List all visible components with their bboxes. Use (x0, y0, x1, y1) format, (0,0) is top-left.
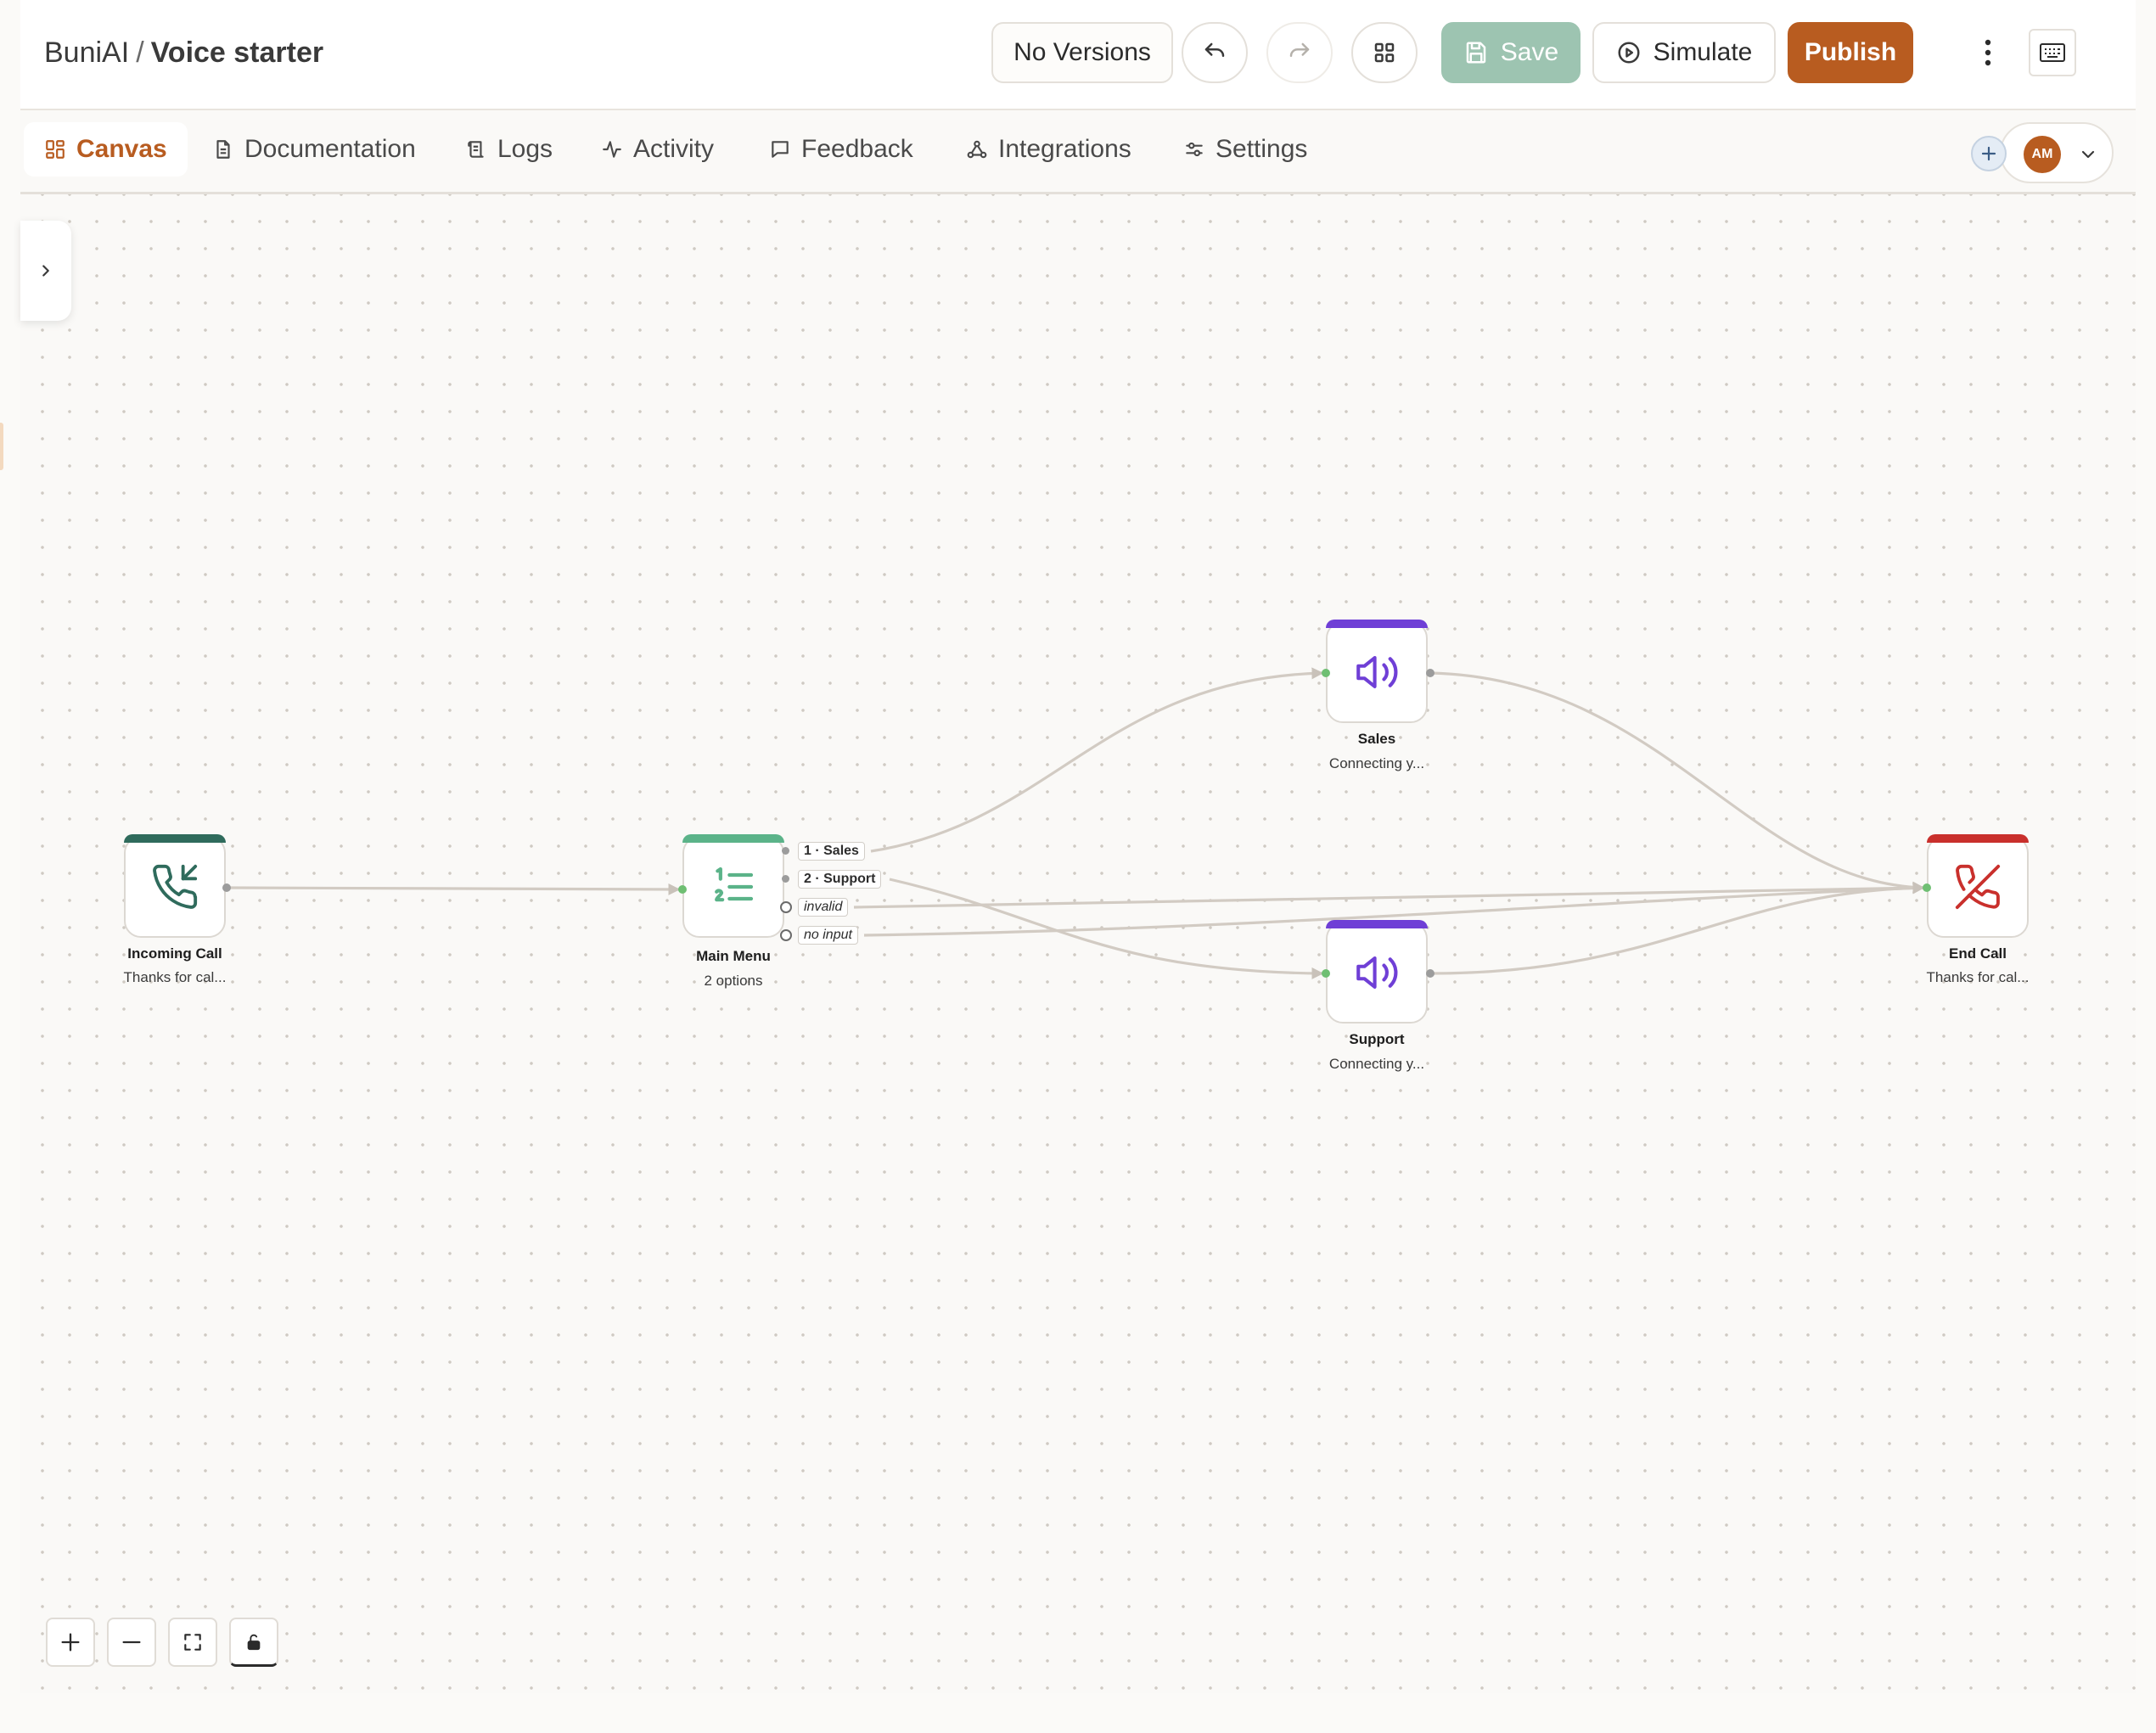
node-title: Main Menu (696, 948, 771, 964)
option-port-invalid[interactable] (780, 901, 792, 913)
edge-invalid-to-end (853, 882, 1925, 909)
phone-incoming-icon (153, 864, 198, 909)
node-subtitle: Connecting y... (1328, 1056, 1425, 1072)
numbered-list-icon (715, 866, 754, 902)
option-port-no-input[interactable] (780, 929, 792, 941)
node-accent (682, 834, 784, 843)
node-support[interactable] (1326, 920, 1428, 1024)
incoming-output-port[interactable] (222, 883, 231, 892)
speaker-icon (1356, 956, 1398, 989)
phone-off-icon (1955, 864, 2001, 910)
node-title: Sales (1357, 731, 1396, 747)
lock-canvas-button[interactable] (229, 1618, 278, 1667)
zoom-in-button[interactable] (46, 1618, 95, 1667)
minus-icon (122, 1640, 141, 1644)
edge-incoming-to-menu (227, 883, 681, 895)
node-accent (1927, 834, 2029, 843)
edge-sales-option-to-sales (870, 667, 1324, 853)
option-label-support: 2 · Support (798, 870, 882, 889)
edge-support-option-to-support (889, 878, 1324, 979)
fit-view-button[interactable] (168, 1618, 217, 1667)
node-title: End Call (1948, 945, 2007, 962)
menu-input-port[interactable] (678, 885, 687, 894)
node-subtitle: Connecting y... (1328, 755, 1425, 771)
node-accent (124, 834, 226, 843)
node-title: Incoming Call (127, 945, 222, 962)
edge-sales-to-end (1430, 671, 1925, 894)
node-sales[interactable] (1326, 620, 1428, 723)
node-accent (1326, 620, 1428, 628)
node-title: Support (1349, 1031, 1405, 1047)
node-subtitle: Thanks for cal... (1926, 969, 2030, 985)
node-end-call[interactable] (1927, 834, 2029, 938)
option-label-no-input: no input (798, 926, 858, 945)
lock-open-icon (247, 1634, 261, 1650)
speaker-icon (1356, 656, 1398, 688)
plus-icon (61, 1633, 80, 1652)
zoom-out-button[interactable] (107, 1618, 156, 1667)
support-output-port[interactable] (1426, 969, 1435, 978)
sales-input-port[interactable] (1322, 669, 1330, 677)
node-subtitle: 2 options (704, 973, 763, 989)
option-port-support[interactable] (782, 875, 789, 883)
node-main-menu[interactable] (682, 834, 784, 938)
flow-edges (227, 667, 1925, 979)
fit-screen-icon (184, 1634, 201, 1651)
app-window: BuniAI / Voice starter No Versions Save Si… (0, 0, 2156, 1733)
option-label-invalid: invalid (798, 898, 849, 917)
option-label-sales: 1 · Sales (798, 842, 865, 861)
option-port-sales[interactable] (782, 847, 789, 855)
support-input-port[interactable] (1322, 969, 1330, 978)
sales-output-port[interactable] (1426, 669, 1435, 677)
node-incoming-call[interactable] (124, 834, 226, 938)
node-accent (1326, 920, 1428, 928)
end-input-port[interactable] (1923, 883, 1931, 892)
node-subtitle: Thanks for cal... (123, 969, 227, 985)
